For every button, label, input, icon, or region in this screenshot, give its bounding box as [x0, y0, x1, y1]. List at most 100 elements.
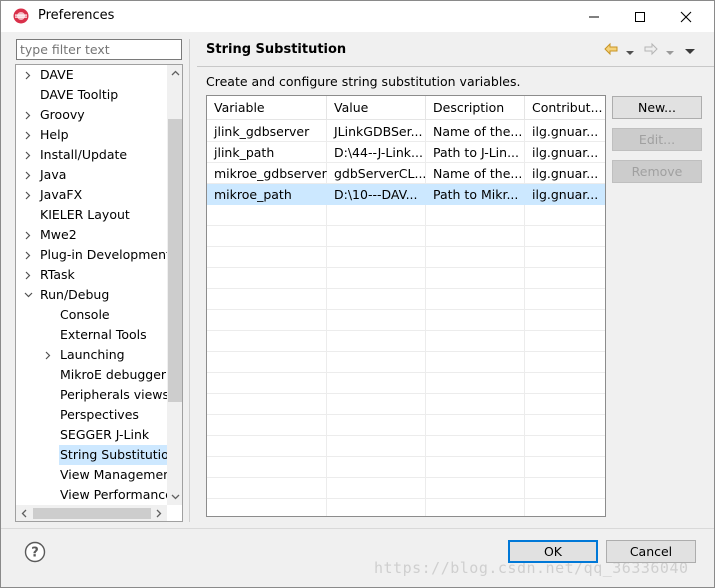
chevron-down-icon — [171, 494, 179, 500]
tree-item-view-management[interactable]: View Management — [16, 465, 176, 485]
title-bar: Preferences — [1, 1, 714, 32]
maximize-button[interactable] — [617, 1, 663, 32]
new-button[interactable]: New... — [612, 96, 702, 119]
tree-item-mikroe-debugger[interactable]: MikroE debugger — [16, 365, 166, 385]
table-cell: Name of the... — [433, 124, 523, 139]
table-cell: Path to J-Lin... — [433, 145, 519, 160]
tree-item-rtask[interactable]: RTask — [16, 265, 166, 285]
tree-horizontal-scroll-thumb[interactable] — [33, 508, 151, 519]
tree-item-plug-in-development[interactable]: Plug-in Development — [16, 245, 171, 265]
column-header-variable[interactable]: Variable — [207, 96, 327, 120]
chevron-right-icon[interactable] — [22, 105, 34, 125]
tree-item-external-tools[interactable]: External Tools — [16, 325, 166, 345]
table-cell: mikroe_gdbserver — [214, 166, 327, 181]
panel-splitter[interactable] — [189, 39, 190, 522]
tree-item-string-substitution[interactable]: String Substitution — [16, 445, 178, 465]
cancel-button[interactable]: Cancel — [606, 540, 696, 563]
tree-item-view-performance[interactable]: View Performance — [16, 485, 173, 505]
tree-item-dave[interactable]: DAVE — [16, 65, 166, 85]
tree-item-dave-tooltip[interactable]: DAVE Tooltip — [16, 85, 166, 105]
table-cell: JLinkGDBSer... — [334, 124, 423, 139]
tree-item-java[interactable]: Java — [16, 165, 166, 185]
chevron-left-icon — [21, 509, 27, 517]
tree-item-console[interactable]: Console — [16, 305, 166, 325]
table-gridline — [207, 477, 605, 478]
tree-item-run-debug[interactable]: Run/Debug — [16, 285, 166, 305]
table-gridline — [207, 372, 605, 373]
table-row[interactable]: jlink_path D:\44--J-Link... Path to J-Lin.… — [207, 142, 605, 163]
maximize-icon — [635, 11, 645, 22]
page-title: String Substitution — [206, 42, 347, 57]
ok-button[interactable]: OK — [508, 540, 598, 563]
tree-item-install-update[interactable]: Install/Update — [16, 145, 166, 165]
page-header-divider — [197, 66, 714, 67]
chevron-right-icon[interactable] — [22, 145, 34, 165]
view-menu-icon — [685, 49, 695, 54]
tree-item-label: Console — [60, 307, 110, 322]
variables-table[interactable]: Variable Value Description Contribut... … — [206, 95, 606, 517]
scroll-right-button[interactable] — [151, 505, 167, 521]
tree-item-label: External Tools — [60, 327, 147, 342]
chevron-right-icon[interactable] — [22, 245, 34, 265]
table-row[interactable]: mikroe_gdbserver gdbServerCL... Name of th… — [207, 163, 605, 184]
tree-item-label: Launching — [60, 347, 125, 362]
chevron-right-icon[interactable] — [42, 345, 54, 365]
tree-vertical-scroll-thumb[interactable] — [168, 119, 182, 402]
back-button[interactable] — [603, 41, 619, 60]
tree-item-segger-j-link[interactable]: SEGGER J-Link — [16, 425, 166, 445]
table-gridline — [207, 330, 605, 331]
table-cell: D:\10---DAV... — [334, 187, 418, 202]
dropdown-arrow-icon — [666, 51, 674, 55]
tree-item-perspectives[interactable]: Perspectives — [16, 405, 166, 425]
tree-item-kieler-layout[interactable]: KIELER Layout — [16, 205, 166, 225]
column-header-description[interactable]: Description — [426, 96, 525, 120]
scroll-up-button[interactable] — [167, 65, 182, 81]
view-menu-button[interactable] — [685, 44, 695, 59]
table-cell: ilg.gnuar... — [532, 145, 599, 160]
help-icon[interactable]: ? — [24, 541, 46, 563]
tree-item-label: DAVE Tooltip — [40, 87, 119, 102]
table-gridline — [207, 225, 605, 226]
remove-button[interactable]: Remove — [612, 160, 702, 183]
tree-item-label: Groovy — [40, 107, 85, 122]
minimize-button[interactable] — [571, 1, 617, 32]
forward-button[interactable] — [643, 41, 659, 60]
dialog-button-bar-divider — [1, 528, 714, 529]
tree-item-label: View Performance — [60, 487, 173, 502]
table-gridline — [207, 351, 605, 352]
close-icon — [680, 11, 692, 22]
tree-item-help[interactable]: Help — [16, 125, 166, 145]
table-cell: ilg.gnuar... — [532, 187, 599, 202]
edit-button[interactable]: Edit... — [612, 128, 702, 151]
chevron-right-icon[interactable] — [22, 225, 34, 245]
tree-item-peripherals-views[interactable]: Peripherals views — [16, 385, 169, 405]
table-row[interactable]: mikroe_path D:\10---DAV... Path to Mikr...… — [207, 184, 605, 205]
chevron-down-icon[interactable] — [22, 285, 34, 305]
chevron-right-icon[interactable] — [22, 265, 34, 285]
chevron-right-icon[interactable] — [22, 165, 34, 185]
column-header-contributor[interactable]: Contribut... — [525, 96, 605, 120]
table-gridline — [207, 414, 605, 415]
chevron-right-icon[interactable] — [22, 65, 34, 85]
table-gridline — [207, 246, 605, 247]
preference-tree[interactable]: DAVE DAVE Tooltip Groovy Help Install/Update… — [15, 64, 183, 522]
scroll-left-button[interactable] — [16, 505, 32, 521]
chevron-right-icon[interactable] — [22, 185, 34, 205]
filter-input[interactable] — [16, 39, 182, 60]
table-row[interactable]: jlink_gdbserver JLinkGDBSer... Name of the… — [207, 121, 605, 142]
tree-item-label: DAVE — [40, 67, 74, 82]
tree-item-launching[interactable]: Launching — [16, 345, 166, 365]
table-cell: ilg.gnuar... — [532, 124, 599, 139]
forward-menu-button[interactable] — [666, 45, 674, 60]
chevron-right-icon[interactable] — [22, 125, 34, 145]
close-button[interactable] — [663, 1, 709, 32]
tree-item-groovy[interactable]: Groovy — [16, 105, 166, 125]
table-gridline — [207, 498, 605, 499]
table-gridline — [207, 267, 605, 268]
column-header-value[interactable]: Value — [327, 96, 426, 120]
tree-item-javafx[interactable]: JavaFX — [16, 185, 166, 205]
table-cell: jlink_gdbserver — [214, 124, 310, 139]
back-menu-button[interactable] — [626, 45, 634, 60]
scroll-down-button[interactable] — [167, 489, 182, 505]
tree-item-mwe2[interactable]: Mwe2 — [16, 225, 166, 245]
